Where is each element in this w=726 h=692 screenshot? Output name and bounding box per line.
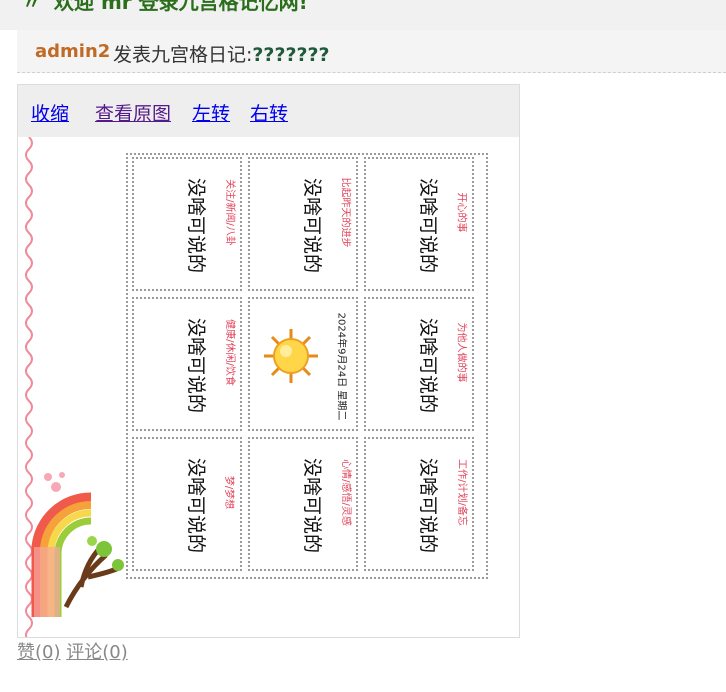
diary-date: 2024年9月24日 星期二 [335,312,347,420]
post-header: admin2 发表九宫格日记:??????? [17,30,726,73]
like-link[interactable]: 赞(0) [17,642,61,663]
cell-category: 开心的事 [455,192,467,233]
cell-category: 工作/计划/备忘 [455,459,467,526]
diary-image: 没啥可说的 开心的事 没啥可说的 比起昨天的进步 没啥可说的 关注/新闻/八卦 … [18,137,519,637]
action-label: 发表九宫格日记: [113,44,253,66]
nine-grid: 没啥可说的 开心的事 没啥可说的 比起昨天的进步 没啥可说的 关注/新闻/八卦 … [126,153,488,579]
cell-text: 没啥可说的 [184,177,207,273]
image-toolbar: 收缩 查看原图 左转 右转 [18,85,519,137]
cell-category: 心情/感悟/灵感 [339,459,351,526]
collapse-link[interactable]: 收缩 [31,99,69,126]
post-footer: 赞(0) 评论(0) [17,638,128,664]
cell-category: 比起昨天的进步 [339,177,351,248]
author-name[interactable]: admin2 [35,41,110,62]
welcome-label: 欢迎 mr 登录九宫格记忆网! [54,0,308,14]
grid-cell-9: 没啥可说的 梦/梦想 [132,437,242,571]
grid-cell-7: 没啥可说的 工作/计划/备忘 [364,437,474,571]
cell-text: 没啥可说的 [300,457,323,553]
grid-cell-1: 没啥可说的 开心的事 [364,157,474,291]
post-action: 发表九宫格日记:??????? [113,40,330,67]
grid-cell-3: 没啥可说的 关注/新闻/八卦 [132,157,242,291]
cell-category: 为他人做的事 [455,322,467,383]
cell-text: 没啥可说的 [416,317,439,413]
rainbow-tree-icon [31,472,124,617]
comment-link[interactable]: 评论(0) [66,642,128,663]
cell-text: 没啥可说的 [184,457,207,553]
cell-text: 没啥可说的 [300,177,323,273]
welcome-text: 〃欢迎 mr 登录九宫格记忆网! [22,0,308,15]
rotate-right-link[interactable]: 右转 [250,99,288,126]
image-viewer: 收缩 查看原图 左转 右转 没啥可说的 开心的事 没啥可说的 比起昨天的进步 没… [17,84,520,638]
grid-cell-6: 没啥可说的 健康/休闲/饮食 [132,297,242,431]
top-bar: 〃欢迎 mr 登录九宫格记忆网! [0,0,726,30]
cell-text: 没啥可说的 [416,457,439,553]
cell-category: 健康/休闲/饮食 [223,319,235,386]
grid-cell-8: 没啥可说的 心情/感悟/灵感 [248,437,358,571]
view-original-link[interactable]: 查看原图 [95,99,171,126]
grid-cell-2: 没啥可说的 比起昨天的进步 [248,157,358,291]
cell-category: 关注/新闻/八卦 [223,179,235,246]
arrow-icon: 〃 [22,0,42,14]
grid-cell-center: 2024年9月24日 星期二 [248,297,358,431]
cell-text: 没啥可说的 [184,317,207,413]
cell-category: 梦/梦想 [223,475,235,510]
sun-icon [264,329,318,383]
grid-cell-4: 没啥可说的 为他人做的事 [364,297,474,431]
rotate-left-link[interactable]: 左转 [192,99,230,126]
cell-text: 没啥可说的 [416,177,439,273]
post-title: ??????? [252,44,330,66]
